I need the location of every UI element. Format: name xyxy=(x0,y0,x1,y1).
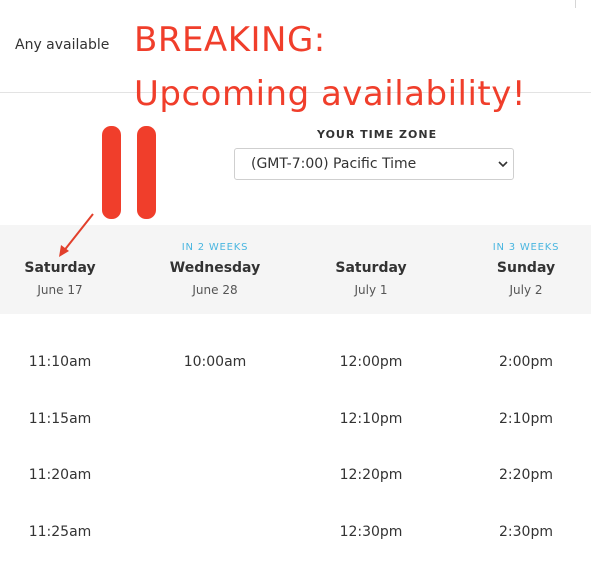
time-slot[interactable]: 12:20pm xyxy=(306,467,436,483)
day-date: July 1 xyxy=(354,283,388,297)
chevron-down-icon xyxy=(498,161,508,168)
day-date: June 28 xyxy=(192,283,238,297)
timezone-value: (GMT-7:00) Pacific Time xyxy=(251,156,417,172)
time-slot[interactable]: 10:00am xyxy=(150,354,280,370)
day-name: Sunday xyxy=(496,260,556,276)
timezone-label: YOUR TIME ZONE xyxy=(317,128,438,141)
any-available-option[interactable]: Any available xyxy=(15,37,109,53)
exclamation-mark-right xyxy=(137,126,156,219)
annotation-arrow-icon xyxy=(59,213,94,257)
annotation-headline-line1: BREAKING: xyxy=(134,20,326,60)
time-slot[interactable]: 12:30pm xyxy=(306,524,436,540)
day-name: Saturday xyxy=(24,260,96,276)
time-slot[interactable]: 11:10am xyxy=(0,354,125,370)
time-slot[interactable]: 12:00pm xyxy=(306,354,436,370)
time-slot[interactable]: 2:10pm xyxy=(461,411,591,427)
timezone-select[interactable]: (GMT-7:00) Pacific Time xyxy=(234,148,514,180)
time-slot[interactable]: 2:00pm xyxy=(461,354,591,370)
day-date: June 17 xyxy=(37,283,83,297)
time-slot[interactable]: 12:10pm xyxy=(306,411,436,427)
time-slot[interactable]: 2:20pm xyxy=(461,467,591,483)
time-slot[interactable]: 11:15am xyxy=(0,411,125,427)
day-name: Saturday xyxy=(335,260,407,276)
time-slot[interactable]: 11:20am xyxy=(0,467,125,483)
annotation-headline-line2: Upcoming availability! xyxy=(134,74,526,114)
time-slot[interactable]: 2:30pm xyxy=(461,524,591,540)
time-slot[interactable]: 11:25am xyxy=(0,524,125,540)
day-tag: IN 2 WEEKS xyxy=(181,242,249,253)
divider xyxy=(575,0,576,8)
day-date: July 2 xyxy=(509,283,543,297)
day-tag: IN 3 WEEKS xyxy=(492,242,560,253)
day-name: Wednesday xyxy=(169,260,261,276)
exclamation-mark-left xyxy=(102,126,121,219)
